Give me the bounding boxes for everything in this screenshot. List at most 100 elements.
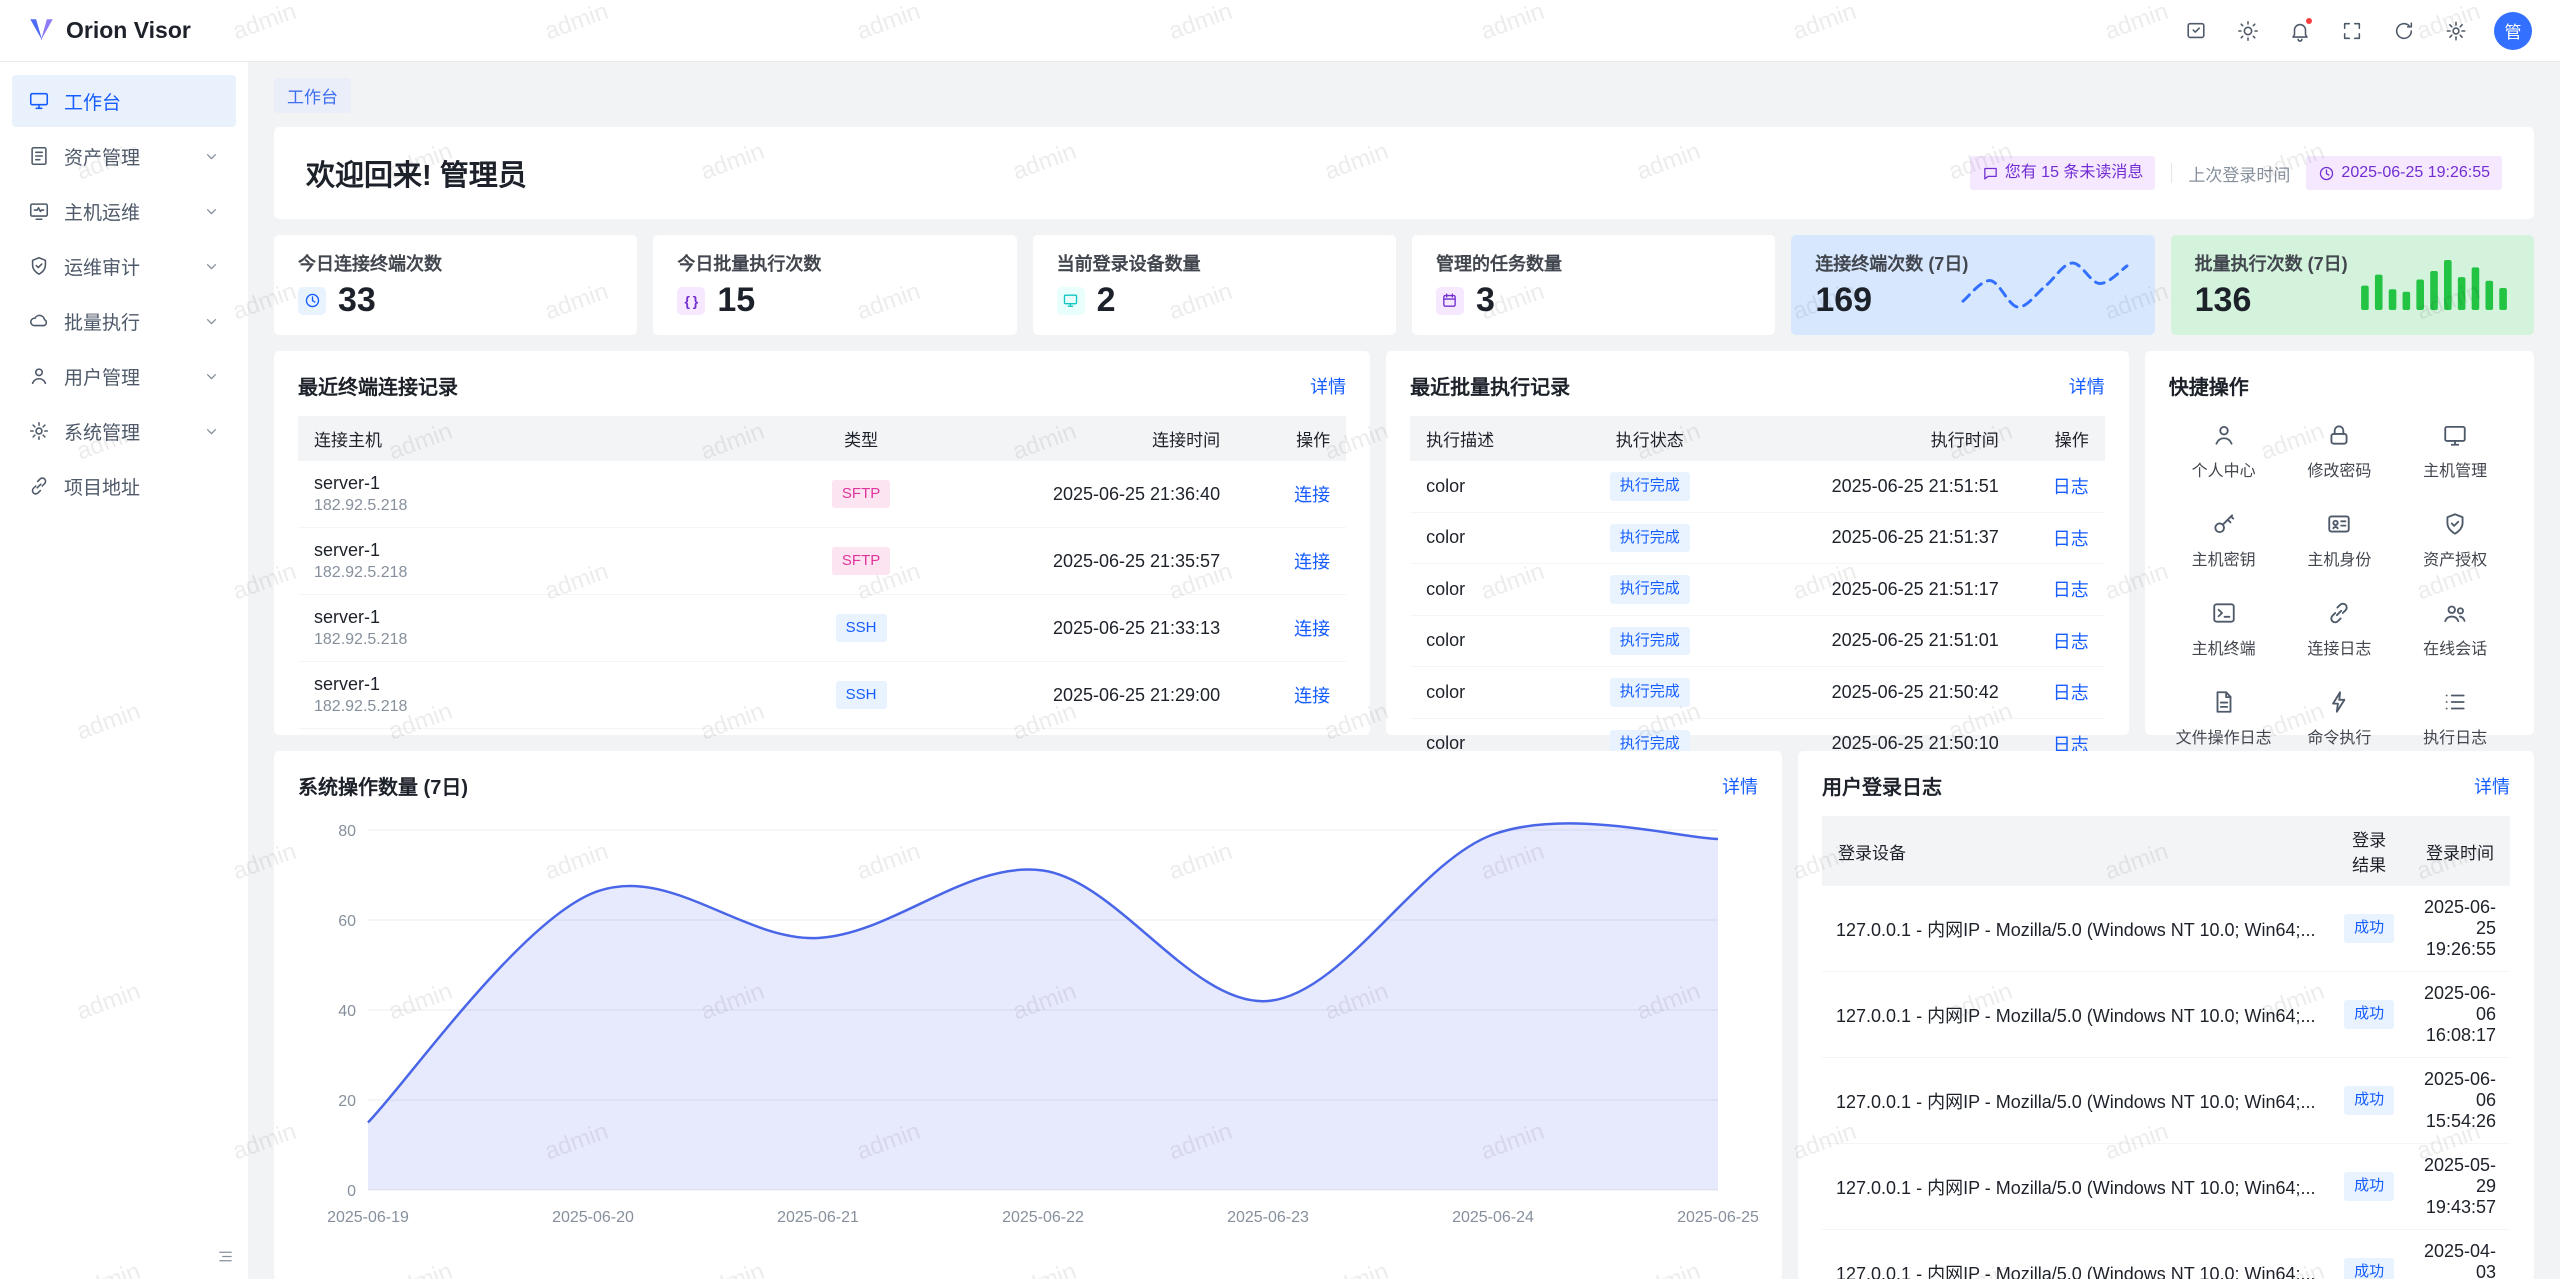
exec-description: color: [1410, 461, 1565, 512]
login-result-tag: 成功: [2344, 1258, 2394, 1279]
login-device: 127.0.0.1 - 内网IP - Mozilla/5.0 (Windows …: [1836, 916, 2316, 942]
batch-detail-link[interactable]: 详情: [2069, 373, 2105, 399]
connect-link[interactable]: 连接: [1294, 619, 1330, 639]
login-device: 127.0.0.1 - 内网IP - Mozilla/5.0 (Windows …: [1836, 1088, 2316, 1114]
quick-action-exec-log[interactable]: 执行日志: [2400, 689, 2510, 748]
column-header: 连接主机: [298, 416, 786, 461]
quick-action-online-session[interactable]: 在线会话: [2400, 600, 2510, 659]
users-icon: [2442, 600, 2468, 626]
divider: [2171, 163, 2172, 183]
sidebar-item-label: 用户管理: [64, 363, 140, 390]
theme-toggle-button[interactable]: [2228, 11, 2268, 51]
table-row: color 执行完成 2025-06-25 21:51:17 日志: [1410, 564, 2105, 616]
table-row: 127.0.0.1 - 内网IP - Mozilla/5.0 (Windows …: [1822, 886, 2510, 972]
sidebar-item-audit[interactable]: 运维审计: [12, 240, 236, 292]
stat-card-today-connections: 今日连接终端次数 33: [274, 235, 637, 335]
quick-action-asset-grant[interactable]: 资产授权: [2400, 511, 2510, 570]
chart-detail-link[interactable]: 详情: [1722, 773, 1758, 799]
connect-link[interactable]: 连接: [1294, 485, 1330, 505]
sidebar-item-users[interactable]: 用户管理: [12, 350, 236, 402]
clock-icon: [2318, 165, 2335, 182]
user-icon: [28, 365, 50, 387]
terminal-detail-link[interactable]: 详情: [1310, 373, 1346, 399]
breadcrumb-item-workbench[interactable]: 工作台: [274, 78, 351, 113]
host-ip: 182.92.5.218: [314, 497, 770, 515]
quick-action-host-key[interactable]: 主机密钥: [2169, 511, 2279, 570]
log-link[interactable]: 日志: [2053, 477, 2089, 497]
stat-value: 136: [2195, 281, 2252, 320]
exec-status-tag: 执行完成: [1610, 627, 1690, 656]
task-board-icon: [2185, 20, 2207, 42]
log-link[interactable]: 日志: [2053, 632, 2089, 652]
sidebar-item-batch-exec[interactable]: 批量执行: [12, 295, 236, 347]
quick-action-connect-log[interactable]: 连接日志: [2285, 600, 2395, 659]
sidebar-item-system[interactable]: 系统管理: [12, 405, 236, 457]
sidebar: 工作台 资产管理 主机运维 运维审计: [0, 62, 248, 1279]
svg-text:80: 80: [338, 823, 356, 840]
calendar-icon: [1436, 287, 1464, 315]
log-link[interactable]: 日志: [2053, 580, 2089, 600]
exec-description: color: [1410, 615, 1565, 667]
sidebar-item-project-link[interactable]: 项目地址: [12, 460, 236, 512]
login-result-tag: 成功: [2344, 1172, 2394, 1201]
list-icon: [2442, 689, 2468, 715]
sidebar-item-label: 主机运维: [64, 198, 140, 225]
connection-type-tag: SFTP: [832, 547, 890, 576]
middle-row: 最近终端连接记录 详情 连接主机 类型 连接时间 操作: [274, 351, 2534, 735]
stat-card-today-batch-exec: 今日批量执行次数 { } 15: [653, 235, 1016, 335]
id-card-icon: [2326, 511, 2352, 537]
collapse-menu-icon: [217, 1248, 234, 1265]
quick-action-host-manage[interactable]: 主机管理: [2400, 422, 2510, 481]
column-header: 登录结果: [2330, 816, 2409, 886]
exec-time: 2025-06-25 21:51:51: [1735, 461, 2015, 512]
column-header: 操作: [2015, 416, 2105, 461]
terminal-connections-panel: 最近终端连接记录 详情 连接主机 类型 连接时间 操作: [274, 351, 1370, 735]
notifications-button[interactable]: [2280, 11, 2320, 51]
table-row: color 执行完成 2025-06-25 21:51:51 日志: [1410, 461, 2105, 512]
exec-status-tag: 执行完成: [1610, 678, 1690, 707]
message-icon: [1982, 165, 1999, 182]
log-link[interactable]: 日志: [2053, 683, 2089, 703]
fullscreen-button[interactable]: [2332, 11, 2372, 51]
gear-icon: [2445, 20, 2467, 42]
chevron-down-icon: [203, 423, 220, 440]
file-icon: [2211, 689, 2237, 715]
panel-title: 用户登录日志: [1822, 771, 1942, 800]
stat-card-batch-exec-7d: 批量执行次数 (7日) 136: [2171, 235, 2534, 335]
column-header: 执行状态: [1565, 416, 1735, 461]
unread-messages-badge[interactable]: 您有 15 条未读消息: [1970, 156, 2156, 190]
quick-action-host-identity[interactable]: 主机身份: [2285, 511, 2395, 570]
quick-action-file-log[interactable]: 文件操作日志: [2169, 689, 2279, 748]
settings-button[interactable]: [2436, 11, 2476, 51]
exec-status-tag: 执行完成: [1610, 524, 1690, 553]
refresh-icon: [2393, 20, 2415, 42]
stat-value: 33: [338, 281, 376, 320]
clock-icon: [298, 287, 326, 315]
host-name: server-1: [314, 540, 770, 561]
sidebar-item-workbench[interactable]: 工作台: [12, 75, 236, 127]
sidebar-item-host-ops[interactable]: 主机运维: [12, 185, 236, 237]
task-board-button[interactable]: [2176, 11, 2216, 51]
connect-link[interactable]: 连接: [1294, 552, 1330, 572]
login-detail-link[interactable]: 详情: [2474, 773, 2510, 799]
app-logo: Orion Visor: [28, 17, 191, 44]
sidebar-item-assets[interactable]: 资产管理: [12, 130, 236, 182]
quick-action-host-terminal[interactable]: 主机终端: [2169, 600, 2279, 659]
refresh-button[interactable]: [2384, 11, 2424, 51]
exec-time: 2025-06-25 21:51:17: [1735, 564, 2015, 616]
sidebar-collapse-button[interactable]: [217, 1248, 234, 1265]
host-ip: 182.92.5.218: [314, 698, 770, 716]
host-name: server-1: [314, 674, 770, 695]
column-header: 连接时间: [936, 416, 1236, 461]
sidebar-item-label: 工作台: [64, 88, 121, 115]
column-header: 类型: [786, 416, 936, 461]
connect-link[interactable]: 连接: [1294, 686, 1330, 706]
quick-action-command-exec[interactable]: 命令执行: [2285, 689, 2395, 748]
chevron-down-icon: [203, 203, 220, 220]
quick-action-personal-center[interactable]: 个人中心: [2169, 422, 2279, 481]
user-avatar[interactable]: 管: [2494, 12, 2532, 50]
system-operations-area-chart: 0204060802025-06-192025-06-202025-06-212…: [298, 816, 1758, 1236]
connection-time: 2025-06-25 21:36:40: [936, 461, 1236, 528]
quick-action-change-password[interactable]: 修改密码: [2285, 422, 2395, 481]
log-link[interactable]: 日志: [2053, 529, 2089, 549]
